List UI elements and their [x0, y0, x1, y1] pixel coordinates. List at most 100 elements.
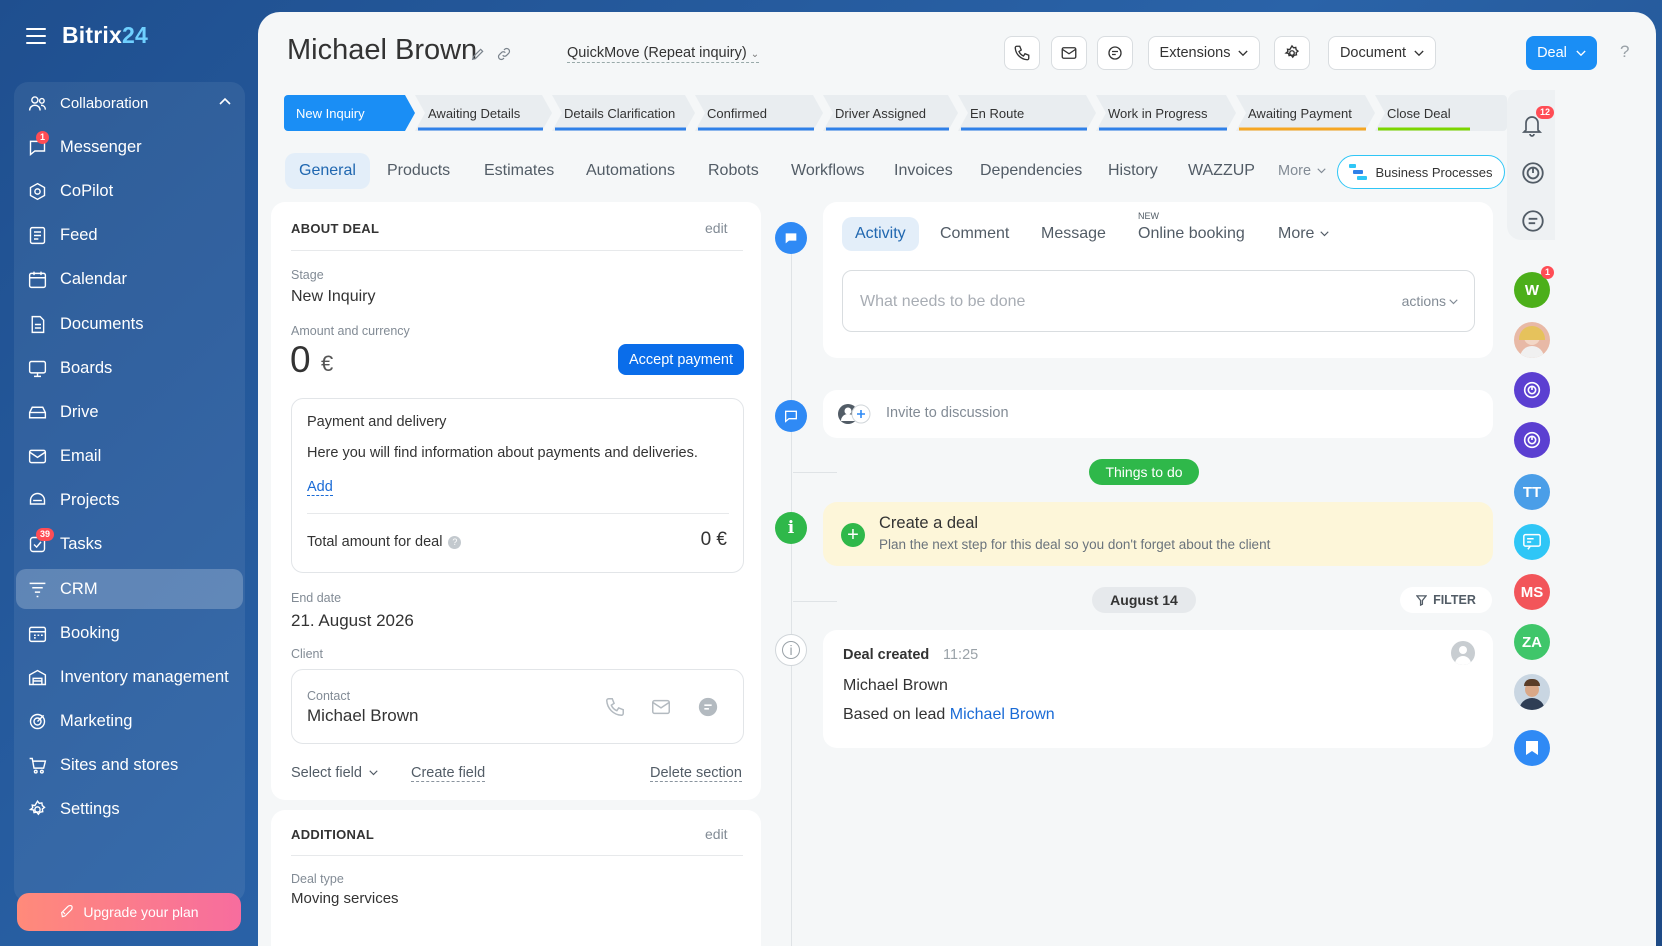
user-avatar-icon[interactable] — [1451, 641, 1475, 665]
email-button[interactable] — [1051, 36, 1087, 70]
sidebar-item-copilot[interactable]: CoPilot — [16, 171, 243, 211]
tab-products[interactable]: Products — [387, 153, 450, 189]
notifications-bell-icon[interactable]: 12 — [1520, 106, 1554, 140]
sidebar-item-sites-stores[interactable]: Sites and stores — [16, 745, 243, 785]
stage-driver-assigned[interactable]: Driver Assigned — [823, 95, 958, 131]
stage-confirmed[interactable]: Confirmed — [695, 95, 823, 131]
rail-avatar-photo[interactable] — [1514, 322, 1550, 358]
add-payment-link[interactable]: Add — [307, 479, 333, 496]
rail-chat-icon[interactable] — [1514, 524, 1550, 560]
chevron-up-icon[interactable] — [219, 97, 231, 105]
sidebar-item-label: Boards — [60, 358, 113, 377]
about-edit-link[interactable]: edit — [705, 220, 728, 236]
sidebar-item-inventory[interactable]: Inventory management — [16, 657, 243, 697]
rail-copilot-icon[interactable] — [1514, 422, 1550, 458]
sidebar-group-collaboration[interactable]: Collaboration — [16, 83, 243, 123]
sidebar-item-messenger[interactable]: 1 Messenger — [16, 127, 243, 167]
tab-workflows[interactable]: Workflows — [791, 153, 865, 189]
tab-invoices[interactable]: Invoices — [894, 153, 953, 189]
tab-general[interactable]: General — [285, 153, 370, 189]
sidebar-item-documents[interactable]: Documents — [16, 304, 243, 344]
sidebar-item-email[interactable]: Email — [16, 436, 243, 476]
sidebar-item-label: Documents — [60, 314, 144, 333]
rail-avatar-ms[interactable]: MS — [1514, 574, 1550, 610]
additional-edit-link[interactable]: edit — [705, 826, 728, 842]
call-button[interactable] — [1004, 36, 1040, 70]
help-circle-icon[interactable]: ? — [448, 535, 462, 549]
tab-online-booking[interactable]: NEW Online booking — [1138, 211, 1245, 251]
todo-input[interactable]: What needs to be done actions — [842, 270, 1475, 332]
plus-icon[interactable]: + — [841, 523, 865, 547]
sidebar-item-feed[interactable]: Feed — [16, 215, 243, 255]
tab-history[interactable]: History — [1108, 153, 1158, 189]
tab-estimates[interactable]: Estimates — [484, 153, 554, 189]
lead-link[interactable]: Michael Brown — [950, 706, 1055, 723]
sidebar-item-boards[interactable]: Boards — [16, 348, 243, 388]
sidebar-item-crm[interactable]: CRM — [16, 569, 243, 609]
sidebar-item-marketing[interactable]: Marketing — [16, 701, 243, 741]
stage-close-deal[interactable]: Close Deal — [1375, 95, 1507, 131]
tab-automations[interactable]: Automations — [586, 153, 675, 189]
tab-robots[interactable]: Robots — [708, 153, 759, 189]
sidebar-item-calendar[interactable]: Calendar — [16, 259, 243, 299]
sidebar-item-tasks[interactable]: 39 Tasks — [16, 524, 243, 564]
phone-icon[interactable] — [604, 696, 626, 718]
extensions-button[interactable]: Extensions — [1148, 36, 1260, 70]
envelope-icon[interactable] — [649, 696, 673, 718]
stage-awaiting-payment[interactable]: Awaiting Payment — [1236, 95, 1375, 131]
amount-value[interactable]: 0 — [290, 339, 311, 381]
pipeline-category-select[interactable]: QuickMove (Repeat inquiry) ⌄ — [567, 45, 760, 63]
delete-section-link[interactable]: Delete section — [650, 765, 742, 782]
rail-avatar-za[interactable]: ZA — [1514, 624, 1550, 660]
end-date-value[interactable]: 21. August 2026 — [291, 611, 414, 631]
tab-more[interactable]: More — [1278, 153, 1326, 189]
bookmark-icon[interactable] — [1514, 730, 1550, 766]
sidebar-item-settings[interactable]: Settings — [16, 789, 243, 829]
stage-details-clarification[interactable]: Details Clarification — [552, 95, 695, 131]
chat-bubble-icon[interactable] — [697, 696, 719, 718]
link-icon[interactable] — [496, 46, 512, 62]
bitrix24-logo[interactable]: Bitrix24 — [62, 22, 148, 49]
actions-dropdown[interactable]: actions — [1402, 293, 1446, 309]
stage-en-route[interactable]: En Route — [958, 95, 1096, 131]
chat-button[interactable] — [1097, 36, 1133, 70]
rail-avatar-tt[interactable]: TT — [1514, 474, 1550, 510]
sidebar-item-drive[interactable]: Drive — [16, 392, 243, 432]
tab-activity[interactable]: Activity — [842, 217, 919, 251]
accept-payment-button[interactable]: Accept payment — [618, 344, 744, 375]
rail-copilot-icon[interactable] — [1514, 372, 1550, 408]
tab-message[interactable]: Message — [1041, 217, 1106, 251]
rail-avatar-w[interactable]: W1 — [1514, 266, 1554, 308]
create-field-link[interactable]: Create field — [411, 765, 486, 782]
rail-avatar-photo-2[interactable] — [1514, 674, 1550, 710]
help-button[interactable]: ? — [1620, 42, 1629, 62]
tab-activity-more[interactable]: More — [1278, 217, 1330, 251]
additional-card: ADDITIONAL edit Deal type Moving service… — [271, 810, 761, 946]
stage-value[interactable]: New Inquiry — [291, 288, 375, 306]
contact-label: Contact — [307, 689, 351, 703]
document-button[interactable]: Document — [1328, 36, 1436, 70]
contact-name[interactable]: Michael Brown — [307, 706, 419, 726]
upgrade-plan-button[interactable]: Upgrade your plan — [17, 893, 241, 931]
menu-hamburger-icon[interactable] — [26, 27, 46, 44]
copilot-rail-icon[interactable] — [1520, 160, 1546, 186]
tab-dependencies[interactable]: Dependencies — [980, 153, 1082, 189]
business-processes-button[interactable]: Business Processes — [1337, 155, 1505, 189]
chat-rail-icon[interactable] — [1520, 208, 1546, 234]
invite-discussion-card[interactable]: Invite to discussion — [823, 390, 1493, 438]
deal-button[interactable]: Deal — [1526, 36, 1597, 70]
filter-button[interactable]: FILTER — [1400, 587, 1492, 613]
sidebar-item-label: Messenger — [60, 137, 142, 156]
tab-wazzup[interactable]: WAZZUP — [1188, 153, 1255, 189]
stage-new-inquiry[interactable]: New Inquiry — [284, 95, 415, 131]
stage-work-in-progress[interactable]: Work in Progress — [1096, 95, 1236, 131]
tab-comment[interactable]: Comment — [940, 217, 1009, 251]
settings-button[interactable] — [1274, 36, 1310, 70]
create-deal-todo[interactable]: + Create a deal Plan the next step for t… — [823, 502, 1493, 566]
sidebar-item-projects[interactable]: Projects — [16, 480, 243, 520]
select-field-dropdown[interactable]: Select field — [291, 765, 378, 781]
pencil-icon[interactable] — [470, 46, 486, 62]
stage-awaiting-details[interactable]: Awaiting Details — [415, 95, 552, 131]
deal-type-value[interactable]: Moving services — [291, 890, 399, 907]
sidebar-item-booking[interactable]: Booking — [16, 613, 243, 653]
